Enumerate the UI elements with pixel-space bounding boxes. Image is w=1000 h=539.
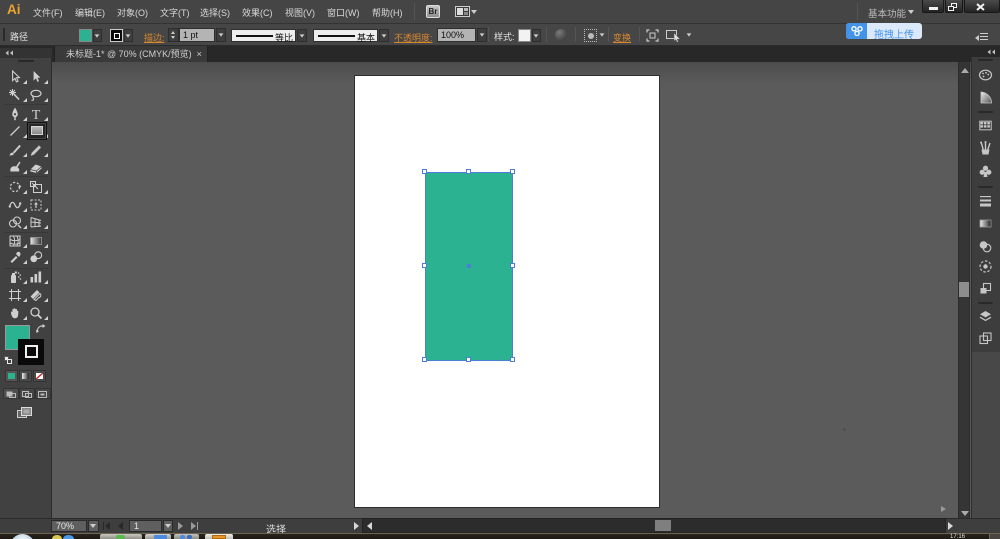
- svg-text:T: T: [32, 108, 41, 121]
